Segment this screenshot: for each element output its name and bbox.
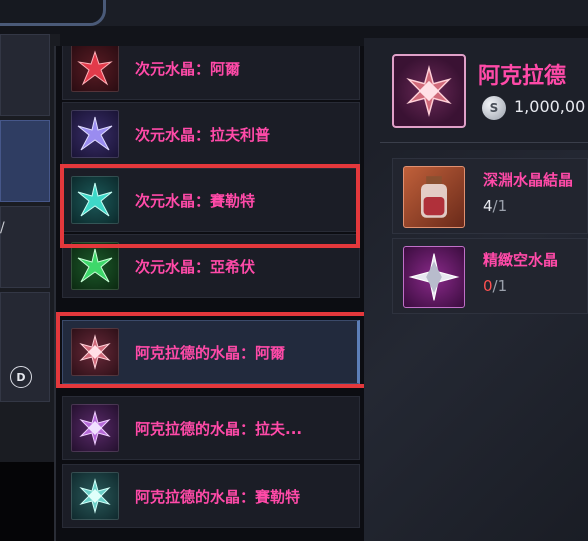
detail-price: 1,000,00: [514, 97, 586, 116]
category-tab-3[interactable]: [0, 206, 50, 288]
material-count: 0/1: [483, 277, 508, 295]
category-tab-2[interactable]: [0, 120, 50, 202]
list-item-label: 阿克拉德的水晶：拉夫...: [135, 420, 303, 438]
selected-item-icon: [392, 54, 466, 128]
silver-star-crystal-icon: [403, 246, 465, 308]
silver-coin-icon: S: [482, 96, 506, 120]
red-crystal-icon: [71, 46, 119, 92]
list-item[interactable]: 阿克拉德的水晶：拉夫...: [62, 396, 360, 460]
jar-icon: [403, 166, 465, 228]
list-item-label: 阿克拉德的水晶：賽勒特: [135, 488, 301, 506]
top-left-frame: [0, 0, 106, 26]
list-item-label: 次元水晶：阿爾: [135, 60, 241, 78]
tab-edge-mark: /: [0, 220, 5, 236]
list-item[interactable]: 次元水晶：阿爾: [62, 46, 360, 100]
purple-gem-icon: [71, 404, 119, 452]
green-crystal-icon: [71, 242, 119, 290]
material-name: 精緻空水晶: [483, 251, 559, 269]
d-key-badge[interactable]: D: [10, 366, 32, 388]
category-tab-1[interactable]: [0, 34, 50, 116]
list-item[interactable]: 阿克拉德的水晶：賽勒特: [62, 464, 360, 528]
detail-title: 阿克拉德: [478, 64, 567, 89]
list-item[interactable]: 次元水晶：拉夫利普: [62, 102, 360, 166]
material-row[interactable]: 精緻空水晶 0/1: [392, 238, 588, 314]
teal-gem-icon: [71, 472, 119, 520]
left-bottom-panel: [0, 462, 54, 541]
highlight-box-1: [60, 164, 360, 248]
material-count: 4/1: [483, 197, 508, 215]
material-name: 深淵水晶結晶: [483, 171, 574, 189]
blue-crystal-icon: [71, 110, 119, 158]
list-item-label: 次元水晶：拉夫利普: [135, 126, 271, 144]
detail-divider: [380, 142, 588, 143]
crafting-item-list[interactable]: 次元水晶：阿爾 次元水晶：拉夫利普 次元水晶：賽勒特 次元水晶：亞希伏 阿克拉德…: [54, 46, 366, 541]
material-row[interactable]: 深淵水晶結晶 4/1: [392, 158, 588, 234]
highlight-box-2: [56, 312, 382, 388]
